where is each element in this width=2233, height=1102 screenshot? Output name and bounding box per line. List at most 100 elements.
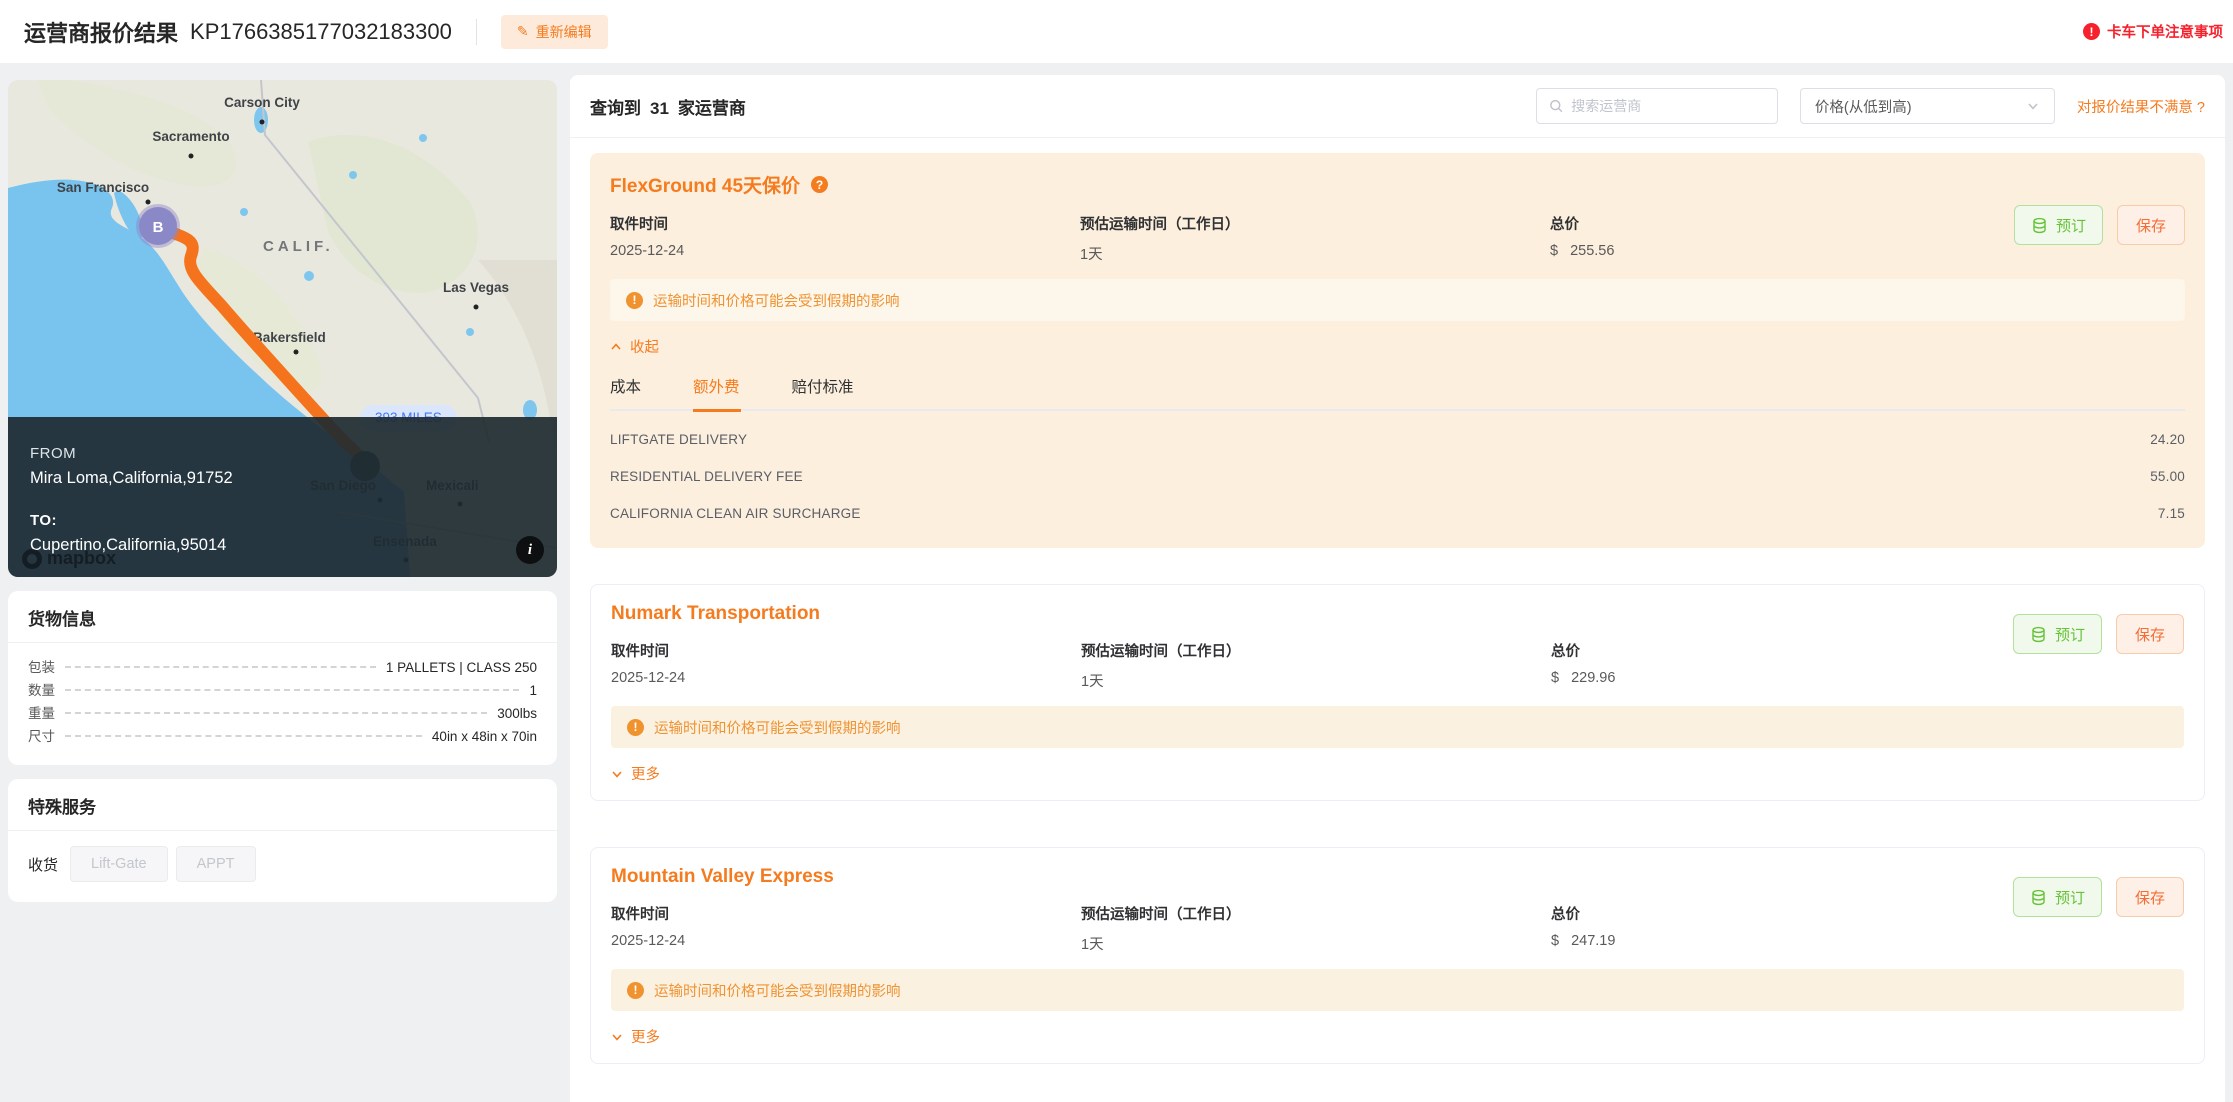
result-count-number: 31	[650, 99, 669, 119]
save-button[interactable]: 保存	[2116, 877, 2184, 917]
alert-icon: !	[2083, 23, 2100, 40]
left-sidebar: Carson City Sacramento San Francisco CAL…	[8, 80, 557, 902]
divider	[476, 19, 477, 45]
topbar: 运营商报价结果 KP1766385177032183300 ✎ 重新编辑 ! 卡…	[0, 0, 2233, 64]
reedit-label: 重新编辑	[536, 22, 592, 42]
coins-icon	[2030, 889, 2047, 906]
state-label-calif: CALIF.	[263, 238, 334, 255]
fee-row: RESIDENTIAL DELIVERY FEE 55.00	[610, 458, 2185, 495]
mapbox-logo-icon	[22, 549, 42, 569]
pickup-date: 2025-12-24	[610, 243, 1080, 259]
fee-row: CALIFORNIA CLEAN AIR SURCHARGE 7.15	[610, 495, 2185, 532]
total-price-col: 总价 $ 247.19	[1551, 903, 2021, 954]
cargo-row-dimensions: 尺寸 40in x 48in x 70in	[28, 725, 537, 748]
price-value: $ 229.96	[1551, 670, 2021, 686]
page-title: 运营商报价结果	[24, 16, 178, 48]
city-label-bakersfield: Bakersfield	[253, 330, 326, 345]
map-info-icon[interactable]: i	[516, 536, 544, 564]
dashed-leader	[65, 666, 376, 668]
receiving-label: 收货	[28, 854, 58, 875]
cargo-row-package: 包装 1 PALLETS | CLASS 250	[28, 656, 537, 679]
price-amount: 247.19	[1571, 933, 1615, 949]
transit-days: 1天	[1081, 933, 1551, 954]
from-label: FROM	[30, 445, 535, 462]
warning-icon: !	[627, 719, 644, 736]
carrier-name: Mountain Valley Express	[611, 866, 2184, 888]
holiday-warning: ! 运输时间和价格可能会受到假期的影响	[611, 969, 2184, 1011]
save-button[interactable]: 保存	[2116, 614, 2184, 654]
collapse-link[interactable]: 收起	[610, 336, 659, 357]
transit-days: 1天	[1080, 243, 1550, 264]
tab-cost[interactable]: 成本	[610, 375, 641, 397]
total-price-col: 总价 $ 229.96	[1551, 640, 2021, 691]
cargo-info-card: 货物信息 包装 1 PALLETS | CLASS 250 数量 1 重量 30…	[8, 591, 557, 765]
pencil-icon: ✎	[517, 23, 529, 40]
currency-symbol: $	[1551, 933, 1559, 949]
search-input[interactable]	[1571, 98, 1765, 114]
dissatisfied-feedback-link[interactable]: 对报价结果不满意 ?	[2077, 96, 2205, 117]
warning-icon: !	[627, 982, 644, 999]
coins-icon	[2030, 626, 2047, 643]
dashed-leader	[65, 735, 422, 737]
currency-symbol: $	[1551, 670, 1559, 686]
dashed-leader	[65, 712, 487, 714]
result-count: 查询到 31 家运营商	[590, 94, 746, 119]
pickup-date: 2025-12-24	[611, 670, 1081, 686]
sort-select-value: 价格(从低到高)	[1815, 96, 1912, 117]
pickup-time-col: 取件时间 2025-12-24	[611, 640, 1081, 691]
marker-b-label: B	[153, 219, 164, 236]
holiday-warning: ! 运输时间和价格可能会受到假期的影响	[610, 279, 2185, 321]
carrier-card-mountain-valley: Mountain Valley Express 取件时间 2025-12-24 …	[590, 847, 2205, 1064]
notice-label: 卡车下单注意事项	[2107, 21, 2223, 42]
carrier-name: FlexGround 45天保价 ?	[610, 171, 2185, 198]
city-label-las-vegas: Las Vegas	[443, 280, 509, 295]
chevron-up-icon	[610, 341, 622, 353]
mapbox-logo: mapbox	[22, 548, 116, 569]
city-label-san-francisco: San Francisco	[57, 180, 149, 195]
tag-appt: APPT	[176, 846, 256, 882]
detail-tabs: 成本 额外费 赔付标准	[610, 375, 2185, 411]
price-amount: 229.96	[1571, 670, 1615, 686]
city-label-sacramento: Sacramento	[152, 129, 229, 144]
chevron-down-icon	[2026, 99, 2040, 113]
truck-order-notice-link[interactable]: ! 卡车下单注意事项	[2083, 21, 2223, 42]
route-map[interactable]: Carson City Sacramento San Francisco CAL…	[8, 80, 557, 577]
price-value: $ 247.19	[1551, 933, 2021, 949]
more-link[interactable]: 更多	[611, 1026, 660, 1047]
to-label: TO:	[30, 512, 535, 529]
save-button[interactable]: 保存	[2117, 205, 2185, 245]
active-tab-indicator	[693, 409, 741, 412]
book-button[interactable]: 预订	[2013, 614, 2102, 654]
transit-time-col: 预估运输时间（工作日） 1天	[1081, 640, 1551, 691]
more-link[interactable]: 更多	[611, 763, 660, 784]
help-icon[interactable]: ?	[811, 176, 828, 193]
holiday-warning: ! 运输时间和价格可能会受到假期的影响	[611, 706, 2184, 748]
tab-compensation[interactable]: 赔付标准	[792, 375, 854, 397]
from-address: Mira Loma,California,91752	[30, 469, 535, 488]
currency-symbol: $	[1550, 243, 1558, 259]
quote-results-page: 运营商报价结果 KP1766385177032183300 ✎ 重新编辑 ! 卡…	[0, 0, 2233, 1102]
book-button[interactable]: 预订	[2014, 205, 2103, 245]
book-button[interactable]: 预订	[2013, 877, 2102, 917]
tab-track	[610, 409, 2185, 411]
results-panel: 查询到 31 家运营商 价格(从低到高) 对	[570, 75, 2225, 1102]
cargo-row-quantity: 数量 1	[28, 679, 537, 702]
cargo-info-title: 货物信息	[8, 591, 557, 643]
tab-extra-fee[interactable]: 额外费	[693, 375, 740, 397]
warning-icon: !	[626, 292, 643, 309]
coins-icon	[2031, 217, 2048, 234]
tag-lift-gate: Lift-Gate	[70, 846, 168, 882]
pickup-time-col: 取件时间 2025-12-24	[610, 213, 1080, 264]
sort-select[interactable]: 价格(从低到高)	[1800, 88, 2055, 124]
results-header: 查询到 31 家运营商 价格(从低到高) 对	[570, 75, 2225, 138]
pickup-time-col: 取件时间 2025-12-24	[611, 903, 1081, 954]
special-services-card: 特殊服务 收货 Lift-Gate APPT	[8, 779, 557, 902]
carrier-card-list: FlexGround 45天保价 ? 取件时间 2025-12-24 预估运输时…	[570, 138, 2225, 1102]
special-services-title: 特殊服务	[8, 779, 557, 831]
transit-time-col: 预估运输时间（工作日） 1天	[1081, 903, 1551, 954]
chevron-down-icon	[611, 768, 623, 780]
carrier-search-box[interactable]	[1536, 88, 1778, 124]
transit-time-col: 预估运输时间（工作日） 1天	[1080, 213, 1550, 264]
reedit-button[interactable]: ✎ 重新编辑	[501, 15, 608, 49]
dashed-leader	[65, 689, 519, 691]
